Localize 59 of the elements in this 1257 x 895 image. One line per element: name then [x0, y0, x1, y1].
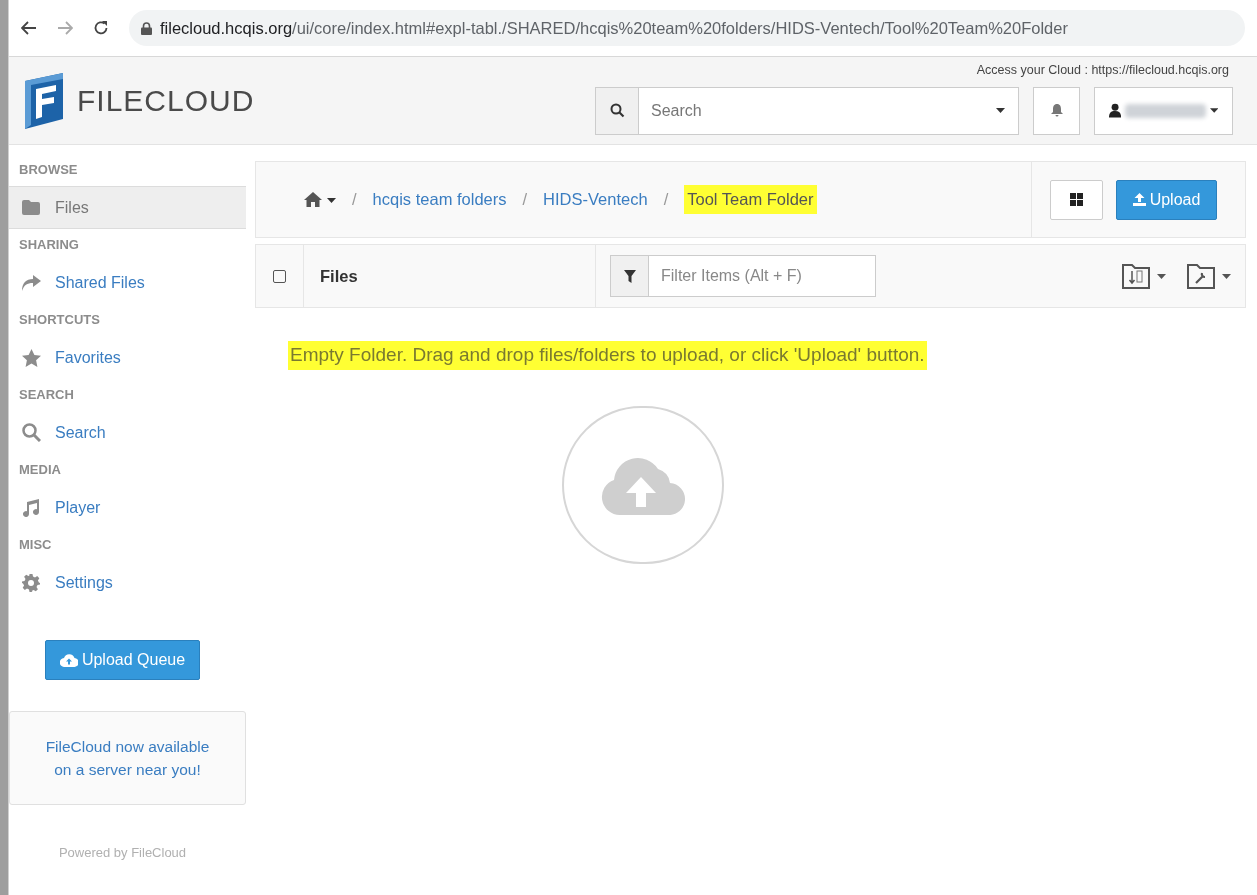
sidebar-item[interactable]: Player — [9, 486, 246, 529]
sort-icon — [1121, 262, 1151, 290]
logo-icon — [23, 72, 65, 129]
upload-queue-button[interactable]: Upload Queue — [45, 640, 200, 680]
caret-icon — [1222, 273, 1231, 279]
sidebar-item[interactable]: Files — [9, 186, 246, 229]
filter-field[interactable]: Filter Items (Alt + F) — [649, 255, 876, 297]
url-text: filecloud.hcqis.org/ui/core/index.html#expl-tabl./SHARED/hcqis%20team%20folders/HIDS-Ventech/Tool%20Team%20Folder — [160, 17, 1068, 39]
upload-button[interactable]: Upload — [1116, 179, 1217, 220]
user-icon — [1109, 103, 1122, 118]
star-icon — [21, 348, 41, 367]
lock-icon — [141, 21, 152, 35]
breadcrumb-link[interactable]: Tool Team Folder — [684, 185, 817, 214]
search-field[interactable]: Search — [639, 86, 1019, 135]
folder-tools-button[interactable] — [1186, 262, 1231, 290]
search-icon — [609, 103, 625, 118]
sort-menu-button[interactable] — [1121, 262, 1166, 290]
sidebar-item[interactable]: Favorites — [9, 336, 246, 379]
breadcrumb-link[interactable]: hcqis team folders — [372, 187, 507, 212]
caret-icon — [1157, 273, 1166, 279]
empty-folder-message: Empty Folder. Drag and drop files/folders to upload, or click 'Upload' button. — [288, 341, 927, 370]
promo-text: FileCloud now available on a server near you! — [44, 737, 211, 780]
breadcrumb-separator: / — [352, 189, 357, 211]
breadcrumb-separator: / — [522, 189, 528, 211]
logo-text: FILECLOUD — [77, 83, 255, 119]
back-icon[interactable] — [21, 21, 37, 35]
folder-icon — [22, 200, 40, 215]
cloud-upload-icon — [59, 653, 78, 667]
section-heading: SEARCH — [18, 388, 75, 404]
upload-icon — [1132, 193, 1146, 206]
caret-icon — [1209, 108, 1218, 113]
share-arrow-icon — [21, 274, 41, 291]
bell-icon — [1050, 104, 1063, 117]
sidebar-item[interactable]: Shared Files — [9, 261, 246, 304]
access-label: Access your Cloud : https://filecloud.hcqis.org — [976, 62, 1229, 79]
grid-view-button[interactable] — [1050, 179, 1103, 220]
breadcrumb-link[interactable]: HIDS-Ventech — [543, 187, 648, 212]
notification-button[interactable] — [1033, 86, 1080, 135]
home-icon[interactable] — [304, 191, 336, 208]
sidebar-item[interactable]: Search — [9, 411, 246, 454]
search-icon — [21, 423, 41, 442]
sidebar-item[interactable]: Settings — [9, 561, 246, 604]
section-heading: SHORTCUTS — [18, 313, 101, 329]
section-heading: BROWSE — [18, 163, 79, 179]
folder-wrench-icon — [1186, 262, 1216, 290]
breadcrumb-separator: / — [663, 189, 669, 211]
address-bar[interactable]: filecloud.hcqis.org/ui/core/index.html#expl-tabl./SHARED/hcqis%20team%20folders/HIDS-Ventech/Tool%20Team%20Folder — [129, 10, 1245, 46]
gear-icon — [22, 573, 40, 592]
section-heading: MISC — [18, 538, 53, 554]
grid-icon — [1070, 193, 1083, 206]
filter-icon — [623, 269, 636, 283]
footer-text: Powered by FileCloud — [57, 844, 188, 862]
reload-icon[interactable] — [93, 20, 109, 36]
section-heading: SHARING — [18, 238, 80, 254]
section-heading: MEDIA — [18, 463, 62, 479]
select-all-checkbox[interactable] — [273, 269, 286, 283]
column-title: Files — [319, 265, 359, 287]
caret-icon[interactable] — [996, 107, 1005, 113]
music-note-icon — [22, 498, 40, 517]
